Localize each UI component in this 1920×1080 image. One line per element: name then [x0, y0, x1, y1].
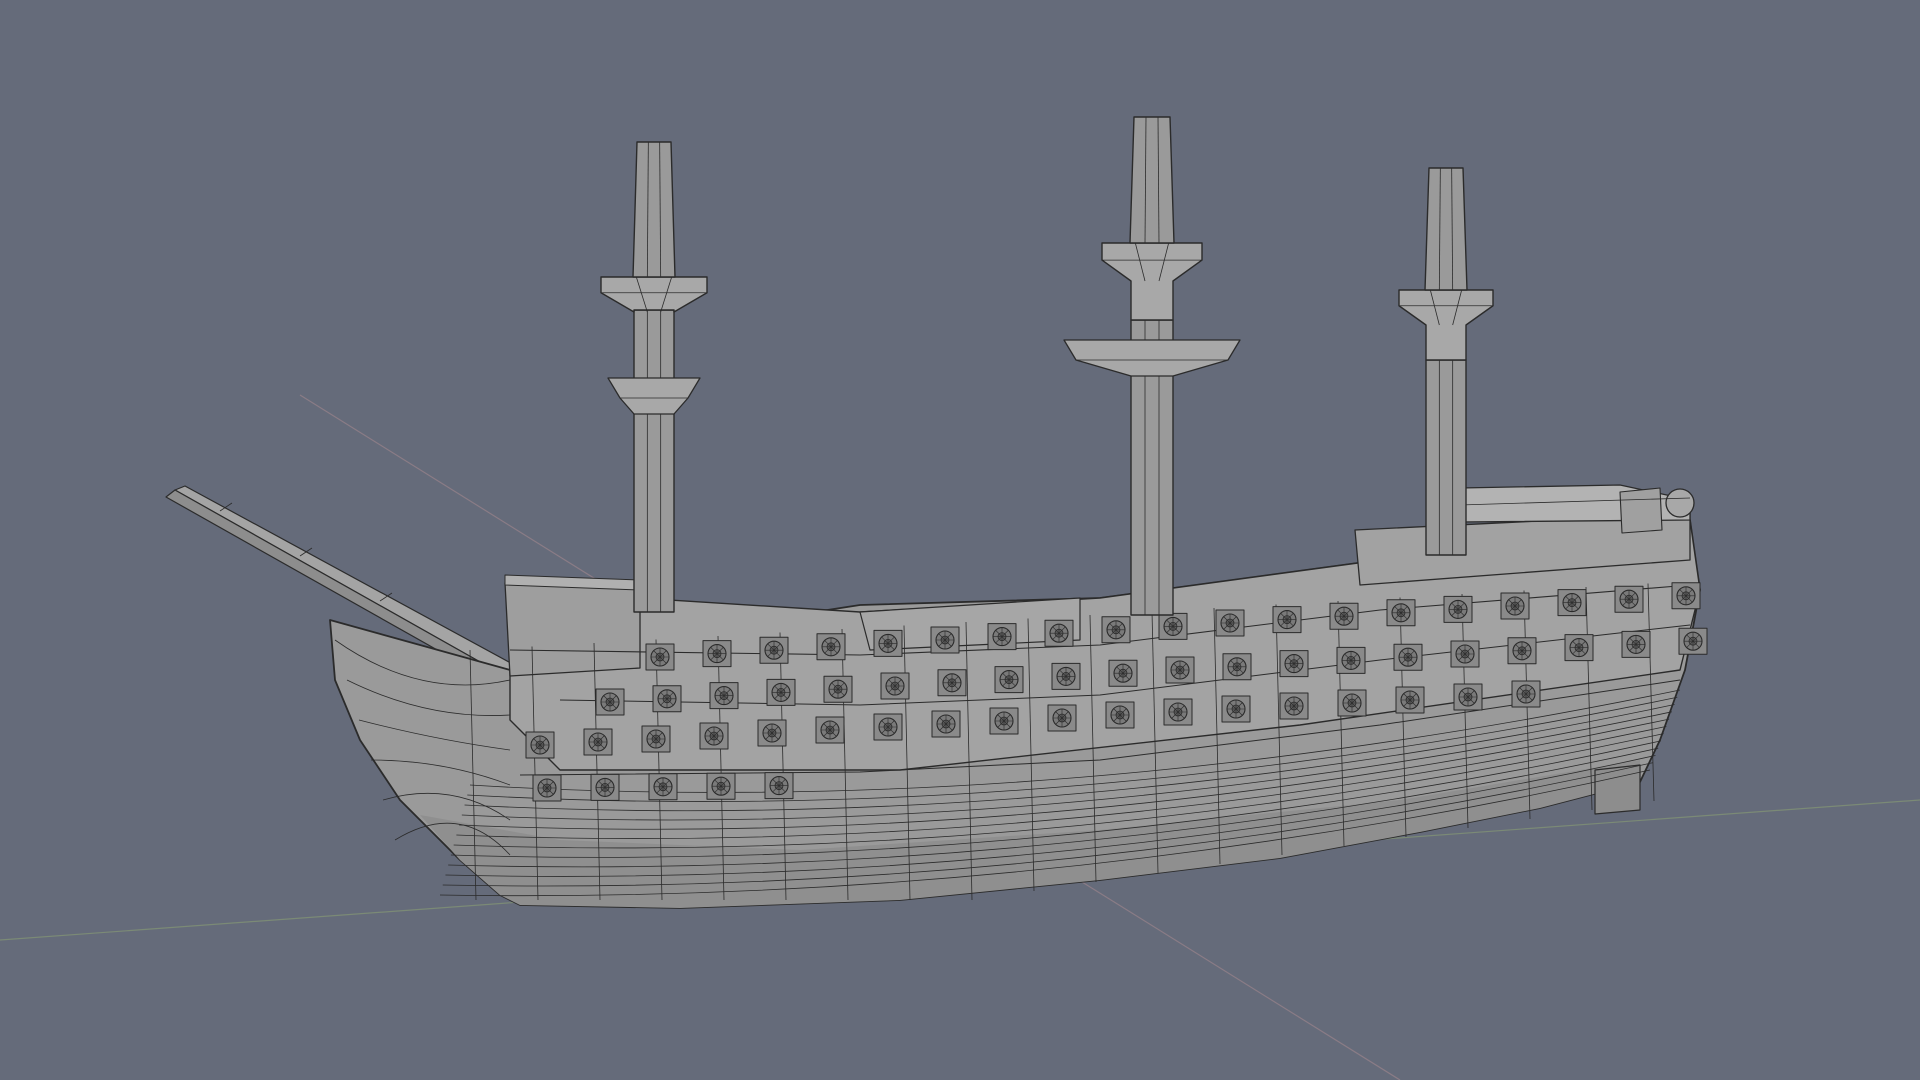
gun-port — [590, 773, 620, 801]
gun-port — [766, 678, 796, 706]
forecastle — [504, 574, 641, 677]
gun-port — [989, 707, 1019, 735]
mizzenmast-pole — [1425, 359, 1467, 556]
gun-port — [1614, 585, 1644, 613]
gun-port — [1395, 686, 1425, 714]
gun-port — [583, 728, 613, 756]
gun-port — [823, 675, 853, 703]
gun-port — [1108, 659, 1138, 687]
gun-port — [1443, 595, 1473, 623]
gun-port — [1678, 627, 1708, 655]
gun-port — [757, 719, 787, 747]
gun-port — [1336, 646, 1366, 674]
gun-port — [994, 666, 1024, 694]
gun-port — [873, 629, 903, 657]
gun-port — [699, 722, 729, 750]
foremast-topmast — [632, 141, 676, 278]
gun-port — [1101, 616, 1131, 644]
gun-port — [1393, 643, 1423, 671]
gun-port — [702, 640, 732, 668]
gun-port — [532, 774, 562, 802]
gun-port — [930, 626, 960, 654]
gun-port — [595, 688, 625, 716]
3d-viewport[interactable] — [0, 0, 1920, 1080]
gun-port — [1158, 612, 1188, 640]
gun-port — [1453, 683, 1483, 711]
gun-port — [525, 731, 555, 759]
gun-port — [873, 713, 903, 741]
gun-port — [1165, 656, 1195, 684]
gun-port — [764, 772, 794, 800]
gun-port — [815, 716, 845, 744]
gun-port — [652, 685, 682, 713]
gun-port — [706, 772, 736, 800]
gun-port — [937, 669, 967, 697]
gun-port — [1051, 662, 1081, 690]
gun-port — [1500, 592, 1530, 620]
gun-port — [1621, 630, 1651, 658]
gun-port — [1272, 606, 1302, 634]
gun-port — [987, 623, 1017, 651]
gun-port — [1279, 692, 1309, 720]
gun-port — [1671, 582, 1701, 610]
gun-port — [1279, 650, 1309, 678]
gun-port — [759, 636, 789, 664]
mizzenmast-topmast — [1424, 167, 1468, 291]
mainmast-topmast — [1129, 116, 1175, 244]
stern-keel-block — [1594, 764, 1641, 815]
gun-port — [816, 633, 846, 661]
gun-port — [1450, 640, 1480, 668]
gun-port — [1221, 695, 1251, 723]
gun-port — [931, 710, 961, 738]
gun-port — [1511, 680, 1541, 708]
gun-port — [1222, 653, 1252, 681]
gun-port — [1557, 589, 1587, 617]
gun-port — [1507, 637, 1537, 665]
gun-port — [1564, 634, 1594, 662]
gun-port — [1163, 698, 1193, 726]
gun-port — [880, 672, 910, 700]
gun-port — [1105, 701, 1135, 729]
gun-port — [1044, 619, 1074, 647]
foremast-pole — [633, 309, 675, 613]
gun-port — [1386, 599, 1416, 627]
gun-port — [1047, 704, 1077, 732]
gun-port — [1329, 602, 1359, 630]
gun-port — [641, 725, 671, 753]
gun-port — [648, 773, 678, 801]
gun-port — [1215, 609, 1245, 637]
gun-port — [645, 643, 675, 671]
gun-port — [1337, 689, 1367, 717]
viewport-canvas[interactable] — [0, 0, 1920, 1080]
gun-port — [709, 682, 739, 710]
